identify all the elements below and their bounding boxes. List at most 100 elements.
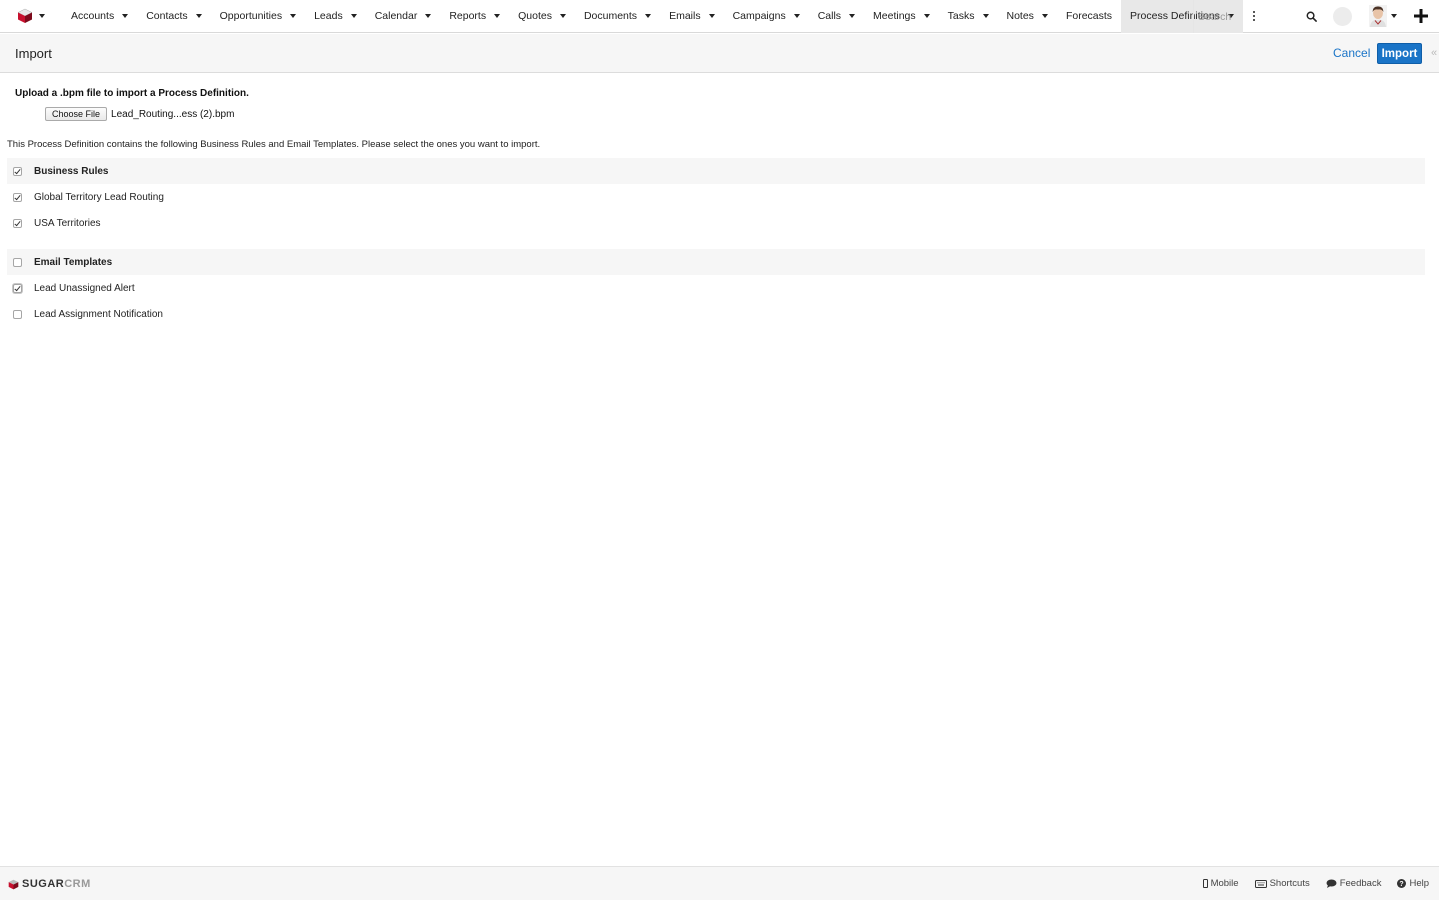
nav-tab-label: Forecasts [1065,10,1113,22]
user-avatar-icon [1369,5,1387,27]
list-item: Lead Assignment Notification [7,301,1425,327]
chevron-down-icon[interactable] [1041,14,1048,18]
speech-bubble-icon [1326,879,1337,888]
upload-instruction: Upload a .bpm file to import a Process D… [15,88,249,99]
nav-tab-label: Opportunities [219,10,283,22]
notifications-icon[interactable] [1333,7,1352,26]
sugar-logo-menu[interactable] [0,0,56,33]
chevron-down-icon[interactable] [708,14,715,18]
cancel-button[interactable]: Cancel [1333,46,1370,60]
chevron-down-icon[interactable] [290,14,297,18]
nav-tab-forecasts[interactable]: Forecasts [1057,0,1121,33]
help-question-icon: ? [1397,879,1407,888]
nav-tab-label: Tasks [947,10,975,22]
chevron-down-icon[interactable] [494,14,501,18]
chevron-down-icon[interactable] [982,14,989,18]
global-search [1193,0,1325,33]
nav-tab-accounts[interactable]: Accounts [62,0,137,33]
choose-file-button[interactable]: Choose File [45,107,108,121]
selected-file-name: Lead_Routing...ess (2).bpm [111,108,235,120]
item-checkbox[interactable] [13,283,22,293]
nav-tab-calendar[interactable]: Calendar [366,0,441,33]
nav-tab-quotes[interactable]: Quotes [509,0,575,33]
chevron-down-icon [1391,14,1397,18]
item-label: Global Territory Lead Routing [34,191,164,203]
nav-tab-documents[interactable]: Documents [575,0,660,33]
nav-tab-opportunities[interactable]: Opportunities [211,0,305,33]
import-description: This Process Definition contains the fol… [7,139,541,150]
nav-tab-notes[interactable]: Notes [998,0,1057,33]
item-checkbox[interactable] [13,218,22,228]
chevron-down-icon[interactable] [793,14,800,18]
nav-tab-campaigns[interactable]: Campaigns [724,0,809,33]
select-all-checkbox[interactable] [13,166,22,176]
footer-links: Mobile Shortcuts Feedback ? Help [1202,878,1429,889]
item-checkbox[interactable] [13,192,22,202]
group-header-email-templates: Email Templates [7,249,1425,275]
chevron-down-icon[interactable] [122,14,129,18]
footer: SUGARCRM Mobile Shortcuts Feedback ? Hel… [0,866,1439,900]
chevron-down-icon[interactable] [350,14,357,18]
top-navigation-bar: Accounts Contacts Opportunities Leads Calend… [0,0,1439,33]
footer-link-label: Shortcuts [1269,878,1310,889]
nav-tab-reports[interactable]: Reports [440,0,509,33]
nav-tab-label: Calls [817,10,842,22]
search-input[interactable] [1198,10,1298,23]
sugarcube-logo-icon [8,879,19,889]
nav-tab-label: Accounts [71,10,115,22]
group-title: Business Rules [34,165,109,177]
nav-tab-calls[interactable]: Calls [809,0,864,33]
nav-tab-label: Notes [1006,10,1034,22]
footer-feedback-link[interactable]: Feedback [1326,878,1382,889]
mobile-phone-icon [1202,879,1208,888]
nav-tab-tasks[interactable]: Tasks [939,0,998,33]
nav-tab-label: Contacts [146,10,188,22]
nav-tab-label: Emails [669,10,701,22]
nav-tab-contacts[interactable]: Contacts [137,0,210,33]
group-header-business-rules: Business Rules [7,158,1425,184]
search-icon[interactable] [1306,11,1317,22]
nav-tab-label: Calendar [374,10,418,22]
collapse-chevron-icon[interactable]: « [1431,47,1437,59]
page-title: Import [15,46,52,61]
nav-tab-meetings[interactable]: Meetings [864,0,939,33]
footer-help-link[interactable]: ? Help [1397,878,1429,889]
nav-tab-label: Leads [314,10,343,22]
quick-create-plus-icon[interactable] [1414,9,1428,23]
sugarcrm-logo: SUGARCRM [8,878,91,890]
chevron-down-icon[interactable] [425,14,432,18]
item-label: USA Territories [34,217,101,229]
chevron-down-icon[interactable] [923,14,930,18]
list-item: USA Territories [7,210,1425,236]
chevron-down-icon[interactable] [559,14,566,18]
chevron-down-icon [39,14,45,18]
chevron-down-icon[interactable] [195,14,202,18]
chevron-down-icon[interactable] [849,14,856,18]
keyboard-icon [1254,879,1267,888]
nav-tab-leads[interactable]: Leads [305,0,366,33]
item-checkbox[interactable] [13,309,22,319]
list-item: Global Territory Lead Routing [7,184,1425,210]
chevron-down-icon[interactable] [645,14,652,18]
group-title: Email Templates [34,256,113,268]
footer-link-label: Mobile [1210,878,1239,889]
module-tabs: Accounts Contacts Opportunities Leads Calend… [62,0,1243,33]
nav-tab-label: Meetings [873,10,916,22]
brand-sugar: SUGAR [22,878,65,890]
item-label: Lead Assignment Notification [34,308,163,320]
page-header: Import Cancel Import « [0,34,1439,73]
brand-crm: CRM [64,878,91,890]
user-menu[interactable] [1369,5,1397,27]
sugarcube-logo-icon [17,8,33,23]
nav-tab-label: Campaigns [732,10,786,22]
footer-link-label: Help [1409,878,1429,889]
import-button[interactable]: Import [1377,43,1422,64]
list-item: Lead Unassigned Alert [7,275,1425,301]
footer-mobile-link[interactable]: Mobile [1202,878,1239,889]
select-all-checkbox[interactable] [13,257,22,267]
footer-shortcuts-link[interactable]: Shortcuts [1254,878,1310,889]
nav-tab-emails[interactable]: Emails [660,0,724,33]
nav-tab-label: Quotes [518,10,552,22]
file-upload-field: Choose File Lead_Routing...ess (2).bpm [45,107,234,121]
footer-link-label: Feedback [1339,878,1382,889]
